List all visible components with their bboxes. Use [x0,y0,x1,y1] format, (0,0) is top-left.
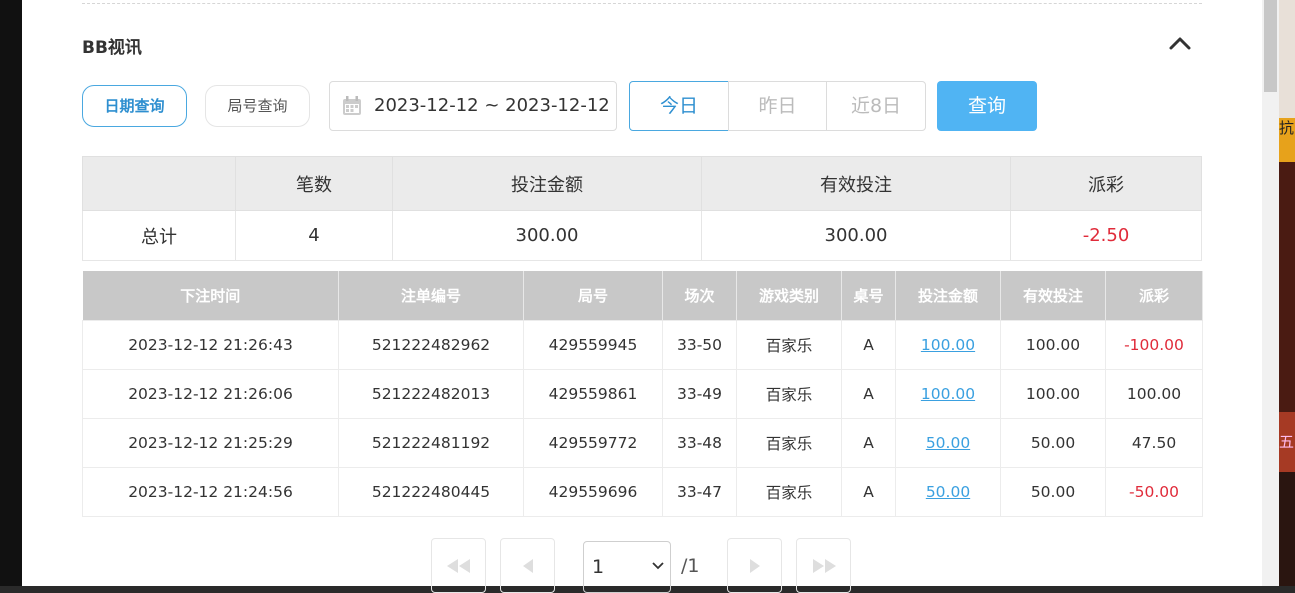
header-game-type: 游戏类别 [736,271,842,321]
summary-label: 总计 [82,210,236,261]
summary-bet: 300.00 [392,210,702,261]
range-yesterday-button[interactable]: 昨日 [728,81,827,131]
cell-valid-bet: 100.00 [1000,320,1106,370]
chevron-up-icon[interactable] [1167,32,1193,54]
detail-header-row: 下注时间 注单编号 局号 场次 游戏类别 桌号 投注金额 有效投注 派彩 [82,271,1203,321]
cell-round-id: 429559772 [523,418,663,468]
page-total: /1 [681,555,700,577]
cell-order-id: 521222482013 [338,369,524,419]
cell-game-type: 百家乐 [736,418,842,468]
summary-header-blank [82,156,236,211]
summary-table: 笔数 投注金额 有效投注 派彩 总计 4 300.00 300.00 -2.50 [82,156,1202,261]
header-bet-amount: 投注金额 [895,271,1001,321]
cell-table: A [841,418,896,468]
summary-valid: 300.00 [701,210,1011,261]
cell-bet-time: 2023-12-12 21:24:56 [82,467,339,517]
header-order-id: 注单编号 [338,271,524,321]
round-query-tab[interactable]: 局号查询 [205,85,310,127]
cell-bet-amount: 100.00 [895,369,1001,419]
header-table: 桌号 [841,271,896,321]
first-page-button[interactable] [431,538,486,593]
cell-bet-amount: 50.00 [895,467,1001,517]
cell-session: 33-48 [662,418,737,468]
cell-game-type: 百家乐 [736,467,842,517]
cell-round-id: 429559945 [523,320,663,370]
backdrop-block [1279,162,1295,412]
table-row: 2023-12-12 21:24:56 521222480445 4295596… [82,467,1203,517]
table-row: 2023-12-12 21:25:29 521222481192 4295597… [82,418,1203,468]
chevron-down-icon [652,562,664,570]
backdrop-block [1279,0,1295,118]
cell-bet-time: 2023-12-12 21:25:29 [82,418,339,468]
summary-header-row: 笔数 投注金额 有效投注 派彩 [82,156,1202,211]
bet-amount-link[interactable]: 100.00 [921,336,975,354]
backdrop-block [1279,472,1295,586]
date-range-picker[interactable]: 2023-12-12 ~ 2023-12-12 [329,81,617,131]
summary-header-valid: 有效投注 [701,156,1011,211]
summary-header-bet: 投注金额 [392,156,702,211]
page-select[interactable]: 1 [583,541,671,593]
backdrop-text-a: 抗 [1279,118,1295,162]
cell-payout: 100.00 [1105,369,1203,419]
bet-detail-table: 下注时间 注单编号 局号 场次 游戏类别 桌号 投注金额 有效投注 派彩 202… [82,271,1203,517]
cell-order-id: 521222482962 [338,320,524,370]
prev-page-button[interactable] [500,538,555,593]
cell-payout: 47.50 [1105,418,1203,468]
summary-header-count: 笔数 [235,156,393,211]
summary-count: 4 [235,210,393,261]
scrollbar-thumb[interactable] [1264,0,1277,92]
cell-bet-amount: 100.00 [895,320,1001,370]
summary-total-row: 总计 4 300.00 300.00 -2.50 [82,210,1202,261]
range-last8-button[interactable]: 近8日 [826,81,926,131]
cell-valid-bet: 50.00 [1000,418,1106,468]
backdrop-text-b: 五 [1279,412,1295,472]
divider [82,3,1202,4]
next-page-button[interactable] [727,538,782,593]
cell-session: 33-50 [662,320,737,370]
calendar-icon [343,96,361,115]
double-chevron-right-icon [812,558,836,573]
date-query-tab[interactable]: 日期查询 [82,85,187,127]
header-session: 场次 [662,271,737,321]
cell-order-id: 521222481192 [338,418,524,468]
cell-table: A [841,369,896,419]
cell-payout: -50.00 [1105,467,1203,517]
table-row: 2023-12-12 21:26:43 521222482962 4295599… [82,320,1203,370]
cell-game-type: 百家乐 [736,320,842,370]
date-range-value: 2023-12-12 ~ 2023-12-12 [374,95,610,116]
section-title: BB视讯 [82,38,142,58]
double-chevron-left-icon [446,558,470,573]
cell-order-id: 521222480445 [338,467,524,517]
bet-amount-link[interactable]: 50.00 [926,483,970,501]
cell-valid-bet: 50.00 [1000,467,1106,517]
header-bet-time: 下注时间 [82,271,339,321]
cell-session: 33-49 [662,369,737,419]
page-select-value: 1 [592,556,605,578]
cell-payout: -100.00 [1105,320,1203,370]
cell-bet-time: 2023-12-12 21:26:43 [82,320,339,370]
left-backdrop [0,0,22,586]
cell-valid-bet: 100.00 [1000,369,1106,419]
header-payout: 派彩 [1105,271,1203,321]
chevron-left-icon [522,558,533,573]
header-valid-bet: 有效投注 [1000,271,1106,321]
bet-amount-link[interactable]: 50.00 [926,434,970,452]
cell-game-type: 百家乐 [736,369,842,419]
cell-bet-amount: 50.00 [895,418,1001,468]
cell-round-id: 429559696 [523,467,663,517]
cell-bet-time: 2023-12-12 21:26:06 [82,369,339,419]
summary-payout: -2.50 [1010,210,1202,261]
cell-round-id: 429559861 [523,369,663,419]
cell-table: A [841,320,896,370]
range-today-button[interactable]: 今日 [629,81,729,131]
search-button[interactable]: 查询 [937,81,1037,131]
header-round-id: 局号 [523,271,663,321]
bet-amount-link[interactable]: 100.00 [921,385,975,403]
cell-session: 33-47 [662,467,737,517]
chevron-right-icon [749,558,760,573]
summary-header-payout: 派彩 [1010,156,1202,211]
last-page-button[interactable] [796,538,851,593]
cell-table: A [841,467,896,517]
table-row: 2023-12-12 21:26:06 521222482013 4295598… [82,369,1203,419]
